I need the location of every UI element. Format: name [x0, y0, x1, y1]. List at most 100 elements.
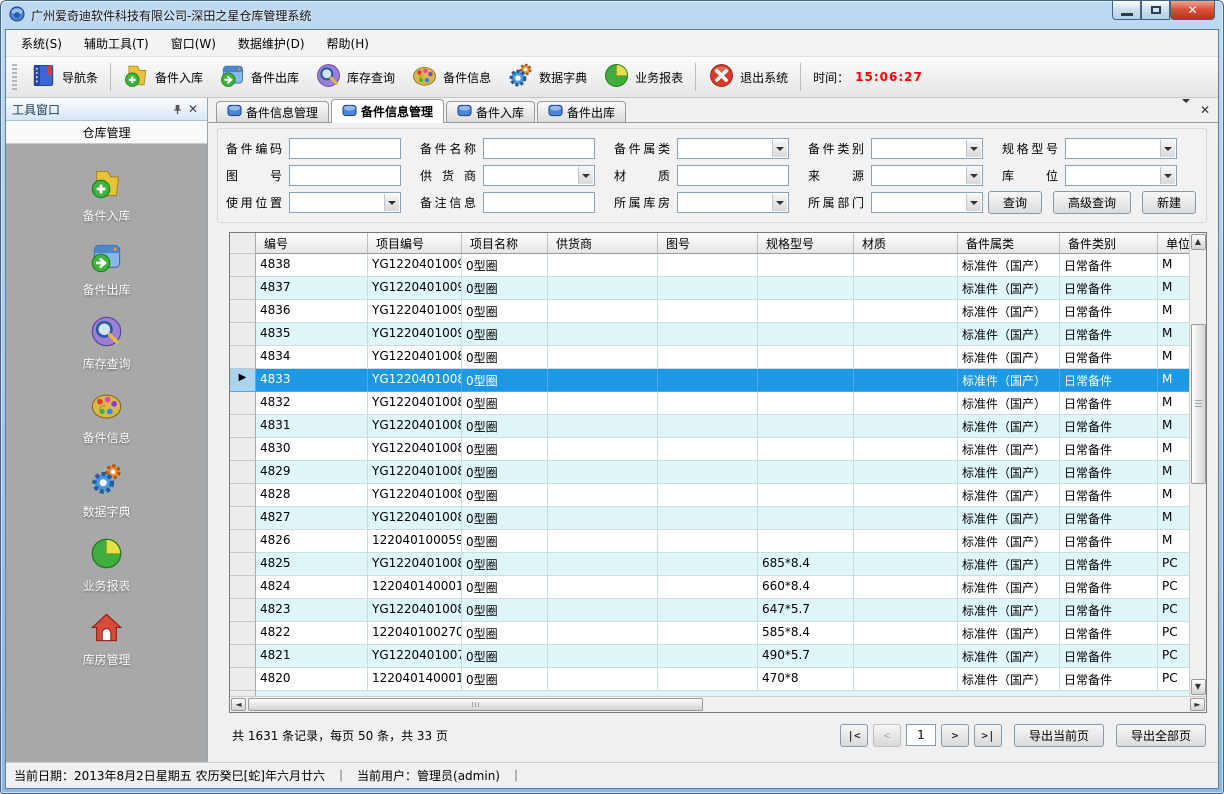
horizontal-scrollbar[interactable]: ◄ ►	[230, 696, 1206, 712]
grid-cell[interactable]: 日常备件	[1060, 553, 1158, 576]
advanced-query-button[interactable]: 高级查询	[1053, 191, 1131, 214]
grid-cell[interactable]	[758, 277, 854, 300]
grid-cell[interactable]: M	[1158, 346, 1189, 369]
grid-row[interactable]: 4835YG122040100900型圈标准件（国产）日常备件M	[230, 323, 1189, 346]
grid-cell[interactable]	[658, 461, 758, 484]
grid-cell[interactable]	[854, 369, 958, 392]
grid-cell[interactable]: YG12204010083	[368, 484, 462, 507]
grid-cell[interactable]: 0型圈	[462, 668, 548, 691]
grid-cell[interactable]: YG12204010082	[368, 507, 462, 530]
grid-cell[interactable]	[758, 346, 854, 369]
tab-parts-info-management-1[interactable]: 备件信息管理	[216, 101, 329, 122]
grid-cell[interactable]: 标准件（国产）	[958, 461, 1060, 484]
grid-cell[interactable]	[548, 254, 658, 277]
grid-column-header[interactable]: 材质	[854, 233, 958, 254]
grid-column-header[interactable]: 单位	[1158, 233, 1189, 254]
grid-cell[interactable]: 4822	[256, 622, 368, 645]
grid-cell[interactable]: 0型圈	[462, 576, 548, 599]
grid-row[interactable]: 4823YG122040100800型圈647*5.7标准件（国产）日常备件PC	[230, 599, 1189, 622]
row-indicator[interactable]	[230, 530, 256, 553]
grid-cell[interactable]: YG12204010092	[368, 277, 462, 300]
toolbar-parts-inbound-button[interactable]: 备件入库	[115, 59, 211, 95]
menu-window[interactable]: 窗口(W)	[160, 30, 227, 57]
grid-column-header[interactable]: 供货商	[548, 233, 658, 254]
grid-cell[interactable]	[854, 277, 958, 300]
grid-cell[interactable]: 日常备件	[1060, 484, 1158, 507]
grid-cell[interactable]	[548, 346, 658, 369]
chevron-down-icon[interactable]	[772, 194, 787, 211]
tab-parts-info-management-2[interactable]: 备件信息管理	[331, 99, 444, 123]
menu-data-maintenance[interactable]: 数据维护(D)	[227, 30, 316, 57]
row-indicator[interactable]	[230, 553, 256, 576]
export-all-pages-button[interactable]: 导出全部页	[1116, 724, 1206, 747]
grid-cell[interactable]	[854, 576, 958, 599]
grid-row[interactable]: 4831YG122040100860型圈标准件（国产）日常备件M	[230, 415, 1189, 438]
grid-cell[interactable]	[854, 415, 958, 438]
grid-cell[interactable]: 660*8.4	[758, 576, 854, 599]
grid-cell[interactable]	[758, 323, 854, 346]
sidebar-item-parts-inbound[interactable]: 备件入库	[47, 166, 167, 224]
grid-row[interactable]: 4837YG122040100920型圈标准件（国产）日常备件M	[230, 277, 1189, 300]
grid-row[interactable]: 4834YG122040100890型圈标准件（国产）日常备件M	[230, 346, 1189, 369]
row-indicator[interactable]: ▶	[230, 369, 256, 392]
grid-cell[interactable]	[658, 254, 758, 277]
grid-cell[interactable]: 4834	[256, 346, 368, 369]
grid-cell[interactable]: 标准件（国产）	[958, 346, 1060, 369]
grid-cell[interactable]: 4836	[256, 300, 368, 323]
drawing-no-input[interactable]	[289, 165, 401, 186]
chevron-down-icon[interactable]	[966, 194, 981, 211]
toolbar-grip[interactable]	[12, 64, 17, 90]
grid-cell[interactable]	[854, 392, 958, 415]
grid-cell[interactable]: 4824	[256, 576, 368, 599]
grid-cell[interactable]	[854, 668, 958, 691]
grid-cell[interactable]: 日常备件	[1060, 599, 1158, 622]
grid-cell[interactable]	[854, 645, 958, 668]
grid-cell[interactable]	[758, 507, 854, 530]
grid-cell[interactable]	[758, 254, 854, 277]
grid-cell[interactable]	[854, 323, 958, 346]
grid-cell[interactable]: M	[1158, 415, 1189, 438]
grid-column-header[interactable]: 图号	[658, 233, 758, 254]
grid-cell[interactable]: M	[1158, 300, 1189, 323]
grid-cell[interactable]: 1220401000599	[368, 530, 462, 553]
row-indicator[interactable]	[230, 484, 256, 507]
chevron-down-icon[interactable]	[1160, 167, 1175, 184]
row-indicator[interactable]	[230, 346, 256, 369]
row-indicator[interactable]	[230, 392, 256, 415]
grid-cell[interactable]	[854, 300, 958, 323]
grid-cell[interactable]: 0型圈	[462, 530, 548, 553]
grid-cell[interactable]: M	[1158, 438, 1189, 461]
export-current-page-button[interactable]: 导出当前页	[1014, 724, 1104, 747]
grid-cell[interactable]	[854, 622, 958, 645]
grid-cell[interactable]	[854, 484, 958, 507]
grid-cell[interactable]: YG12204010081	[368, 553, 462, 576]
grid-cell[interactable]	[548, 668, 658, 691]
grid-cell[interactable]: 标准件（国产）	[958, 668, 1060, 691]
grid-row[interactable]: 4832YG122040100870型圈标准件（国产）日常备件M	[230, 392, 1189, 415]
grid-cell[interactable]: 1220401400012	[368, 576, 462, 599]
grid-cell[interactable]: 4821	[256, 645, 368, 668]
grid-cell[interactable]: YG12204010089	[368, 346, 462, 369]
grid-row[interactable]: 4828YG122040100830型圈标准件（国产）日常备件M	[230, 484, 1189, 507]
grid-cell[interactable]: 685*8.4	[758, 553, 854, 576]
grid-cell[interactable]	[548, 392, 658, 415]
grid-cell[interactable]: 1220401002700	[368, 622, 462, 645]
toolbar-exit-button[interactable]: 退出系统	[700, 59, 796, 95]
grid-cell[interactable]: YG12204010079	[368, 645, 462, 668]
grid-cell[interactable]: M	[1158, 254, 1189, 277]
grid-cell[interactable]: YG12204010091	[368, 300, 462, 323]
grid-cell[interactable]: 1220401400013	[368, 668, 462, 691]
sidebar-item-business-report[interactable]: 业务报表	[47, 536, 167, 594]
grid-cell[interactable]	[548, 415, 658, 438]
department-select[interactable]	[871, 192, 983, 213]
row-indicator[interactable]	[230, 599, 256, 622]
close-button[interactable]: ✕	[1170, 1, 1215, 20]
grid-cell[interactable]	[658, 323, 758, 346]
grid-cell[interactable]: 0型圈	[462, 622, 548, 645]
grid-cell[interactable]	[758, 392, 854, 415]
usage-position-select[interactable]	[289, 192, 401, 213]
grid-cell[interactable]	[758, 369, 854, 392]
grid-row[interactable]: 4830YG122040100850型圈标准件（国产）日常备件M	[230, 438, 1189, 461]
grid-cell[interactable]: 4820	[256, 668, 368, 691]
grid-cell[interactable]: M	[1158, 392, 1189, 415]
